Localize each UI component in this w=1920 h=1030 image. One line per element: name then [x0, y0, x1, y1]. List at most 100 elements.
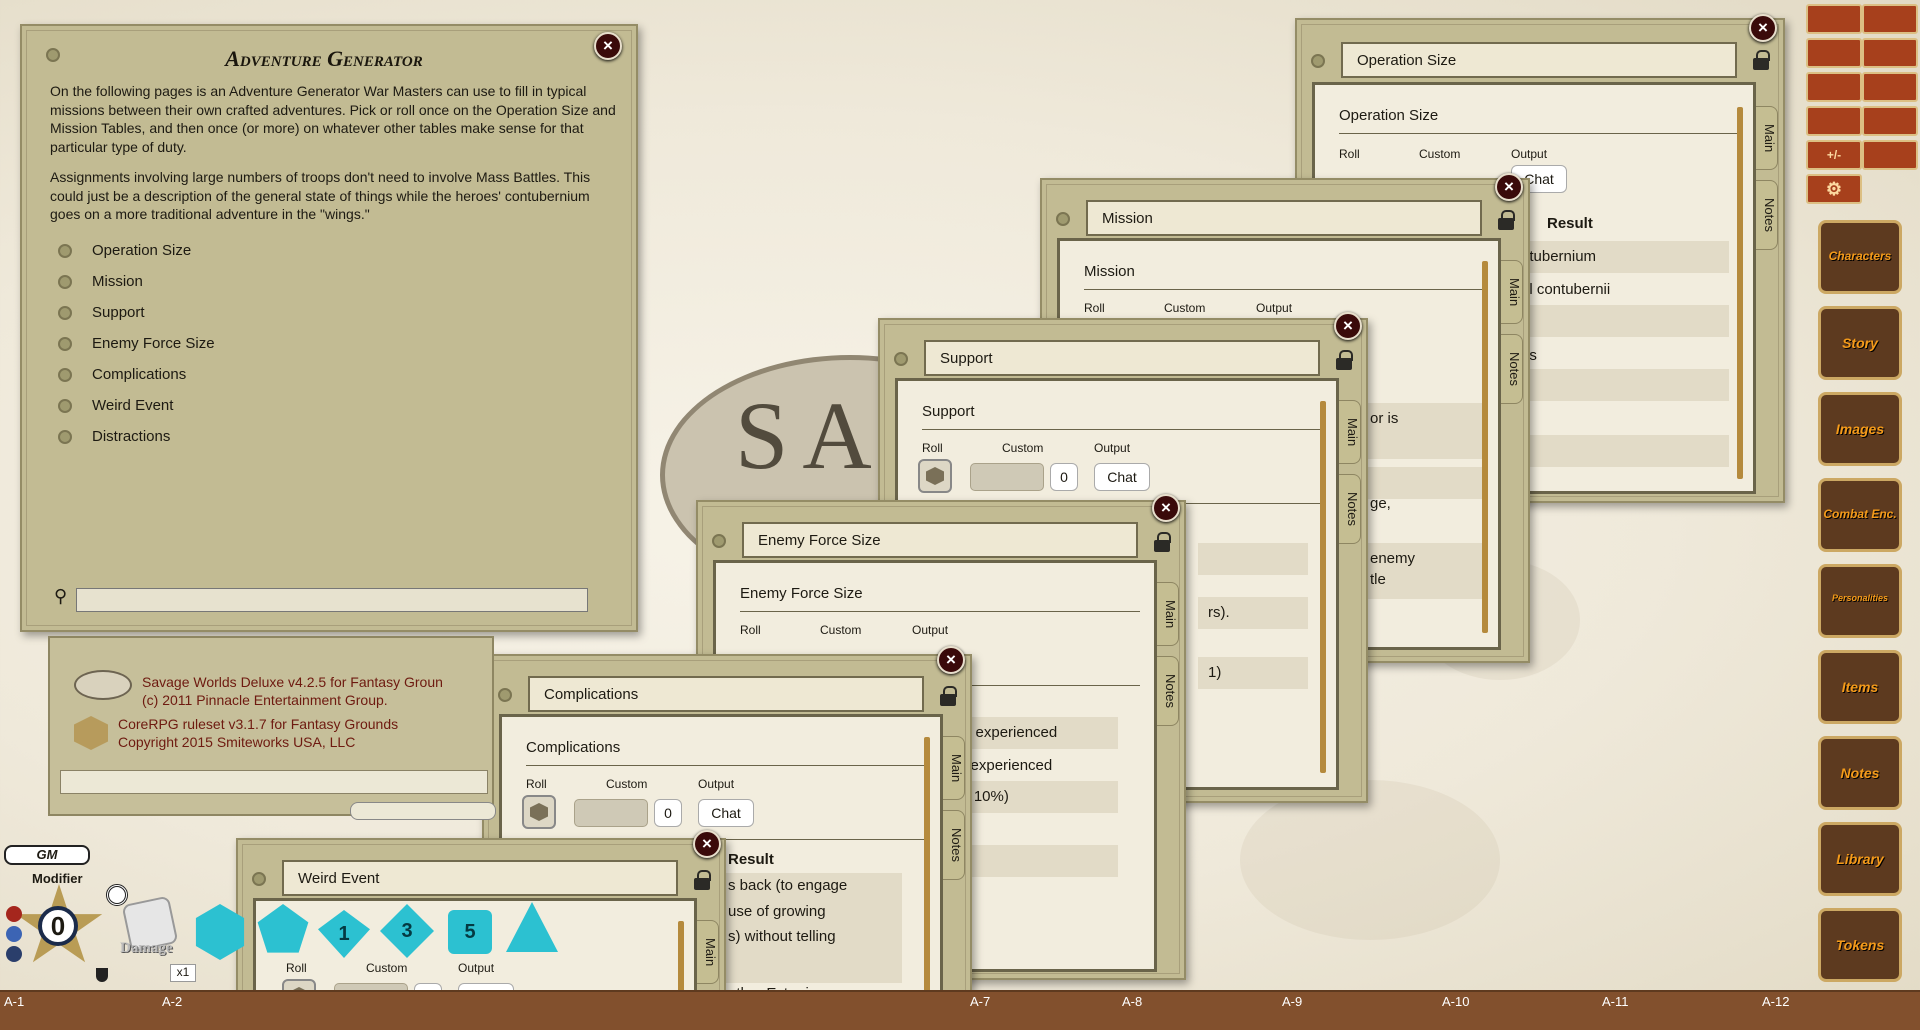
table-row[interactable]: s back (to engage	[728, 877, 847, 894]
tab-notes[interactable]: Notes	[943, 810, 965, 880]
sidebar-button-items[interactable]: Items	[1818, 650, 1902, 724]
table-row[interactable]	[1511, 435, 1729, 467]
tab-main[interactable]: Main	[943, 736, 965, 800]
scrollbar[interactable]	[1737, 107, 1743, 479]
table-row[interactable]: use of growing	[728, 903, 826, 920]
table-row[interactable]: ntubernium	[1511, 241, 1729, 273]
close-icon[interactable]: ×	[1749, 14, 1777, 42]
roll-dice-button[interactable]	[918, 459, 952, 493]
tab-notes[interactable]: Notes	[1501, 334, 1523, 404]
sidebar-button-personalities[interactable]: Personalities	[1818, 564, 1902, 638]
sidebar-button-images[interactable]: Images	[1818, 392, 1902, 466]
toolbar-button-list[interactable]	[1862, 38, 1918, 68]
lock-icon[interactable]	[694, 870, 711, 890]
divider	[922, 429, 1322, 430]
close-icon[interactable]: ×	[594, 32, 622, 60]
window-titlebar[interactable]: Enemy Force Size	[712, 522, 1138, 558]
tab-main[interactable]: Main	[1157, 582, 1179, 646]
modifier-value[interactable]: 0	[38, 906, 78, 946]
close-icon[interactable]: ×	[1334, 312, 1362, 340]
tab-notes[interactable]: Notes	[1157, 656, 1179, 726]
list-item[interactable]: Weird Event	[58, 397, 215, 428]
divider	[740, 611, 1140, 612]
lock-icon[interactable]	[1498, 210, 1515, 230]
scrollbar[interactable]	[1320, 401, 1326, 773]
tab-notes[interactable]: Notes	[1756, 180, 1778, 250]
list-item[interactable]: Distractions	[58, 428, 215, 459]
search-input[interactable]	[76, 588, 588, 612]
settings-gear-icon[interactable]	[106, 884, 128, 906]
close-icon[interactable]: ×	[693, 830, 721, 858]
settings-gear-icon[interactable]: ⚙	[1806, 174, 1862, 204]
table-row[interactable]: al contubernii	[1521, 281, 1610, 298]
toolbar-button-character[interactable]	[1862, 140, 1918, 170]
sidebar-button-notes[interactable]: Notes	[1818, 736, 1902, 810]
table-row[interactable]: s) without telling	[728, 928, 836, 945]
tab-main[interactable]: Main	[697, 920, 719, 984]
lock-icon[interactable]	[940, 686, 957, 706]
tab-notes[interactable]: Notes	[1339, 474, 1361, 544]
chat-output-button[interactable]: Chat	[1094, 463, 1150, 491]
window-titlebar[interactable]: Weird Event	[252, 860, 678, 896]
status-icon	[6, 946, 22, 962]
lock-icon[interactable]	[1336, 350, 1353, 370]
toolbar-button-lighting[interactable]	[1806, 106, 1862, 136]
chat-entry-field[interactable]	[60, 770, 488, 794]
table-row[interactable]	[1511, 305, 1729, 337]
table-row[interactable]	[1511, 369, 1729, 401]
list-item[interactable]: Support	[58, 304, 215, 335]
table-row[interactable]: tle	[1370, 571, 1386, 588]
window-titlebar[interactable]: Operation Size	[1311, 42, 1737, 78]
window-bullet-icon	[894, 352, 908, 366]
toolbar-button-modifiers[interactable]: +/-	[1806, 140, 1862, 170]
toolbar-button-colors[interactable]	[1862, 106, 1918, 136]
toolbar-button-combat[interactable]	[1806, 4, 1862, 34]
tab-main[interactable]: Main	[1501, 260, 1523, 324]
modifier-field[interactable]: 0	[1050, 463, 1078, 491]
lock-icon[interactable]	[1154, 532, 1171, 552]
tab-main[interactable]: Main	[1339, 400, 1361, 464]
toolbar-button-action[interactable]	[1862, 4, 1918, 34]
close-icon[interactable]: ×	[1152, 494, 1180, 522]
roll-dice-button[interactable]	[522, 795, 556, 829]
custom-label: Custom	[1164, 301, 1206, 315]
tab-main[interactable]: Main	[1756, 106, 1778, 170]
list-item[interactable]: Mission	[58, 273, 215, 304]
scrollbar[interactable]	[924, 737, 930, 1030]
chat-search-field[interactable]	[350, 802, 496, 820]
list-item[interactable]: Complications	[58, 366, 215, 397]
lock-icon[interactable]	[1753, 50, 1770, 70]
table-row[interactable]: or is	[1360, 403, 1484, 459]
table-row[interactable]: rs).	[1198, 597, 1308, 629]
toolbar-button-calendar[interactable]	[1806, 72, 1862, 102]
table-row[interactable]: e experienced	[958, 757, 1052, 774]
window-titlebar[interactable]: Complications	[498, 676, 924, 712]
close-icon[interactable]: ×	[937, 646, 965, 674]
table-row[interactable]: 1)	[1198, 657, 1308, 689]
custom-dice-field[interactable]	[970, 463, 1044, 491]
table-row[interactable]: in 10%)	[948, 781, 1118, 813]
window-bullet-icon	[252, 872, 266, 886]
sidebar-button-characters[interactable]: Characters	[1818, 220, 1902, 294]
multiplier[interactable]: x1	[170, 964, 196, 982]
toolbar-button-tools[interactable]	[1862, 72, 1918, 102]
modifier-field[interactable]: 0	[654, 799, 682, 827]
scrollbar[interactable]	[1482, 261, 1488, 633]
close-icon[interactable]: ×	[1495, 173, 1523, 201]
window-titlebar[interactable]: Mission	[1056, 200, 1482, 236]
table-row[interactable]: re experienced	[948, 717, 1118, 749]
custom-dice-field[interactable]	[574, 799, 648, 827]
table-row[interactable]: e.	[948, 845, 1118, 877]
sidebar-button-combat-enc[interactable]: Combat Enc.	[1818, 478, 1902, 552]
toolbar-button-party[interactable]	[1806, 38, 1862, 68]
chat-output-button[interactable]: Chat	[698, 799, 754, 827]
table-row[interactable]: ge,	[1370, 495, 1391, 512]
sidebar-button-library[interactable]: Library	[1818, 822, 1902, 896]
d6-die-icon[interactable]: 5	[448, 910, 492, 954]
table-row[interactable]	[1198, 543, 1308, 575]
list-item[interactable]: Enemy Force Size	[58, 335, 215, 366]
sidebar-button-story[interactable]: Story	[1818, 306, 1902, 380]
list-item[interactable]: Operation Size	[58, 242, 215, 273]
window-titlebar[interactable]: Support	[894, 340, 1320, 376]
sidebar-button-tokens[interactable]: Tokens	[1818, 908, 1902, 982]
